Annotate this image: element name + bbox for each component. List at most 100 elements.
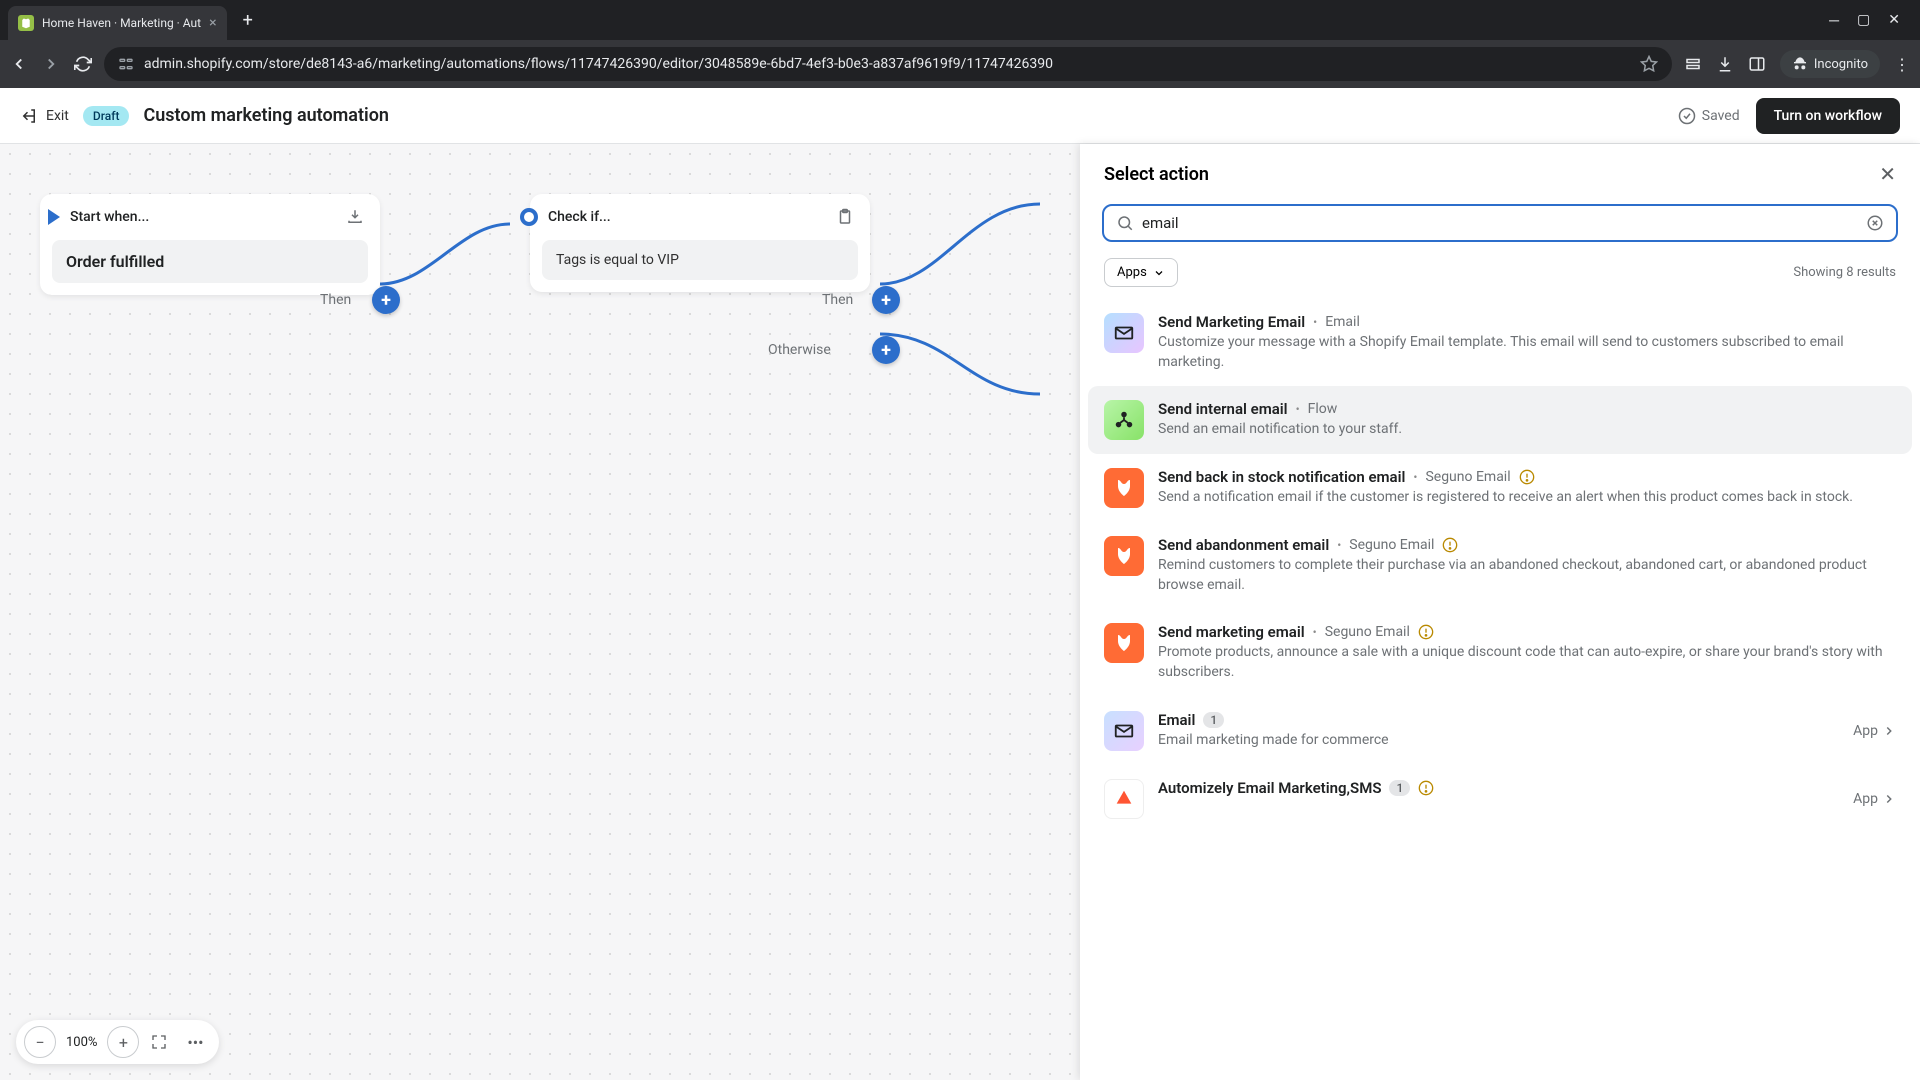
- apps-filter-dropdown[interactable]: Apps: [1104, 258, 1178, 287]
- extensions-icon[interactable]: [1684, 55, 1702, 73]
- back-button[interactable]: [10, 55, 28, 73]
- panel-title: Select action: [1104, 164, 1209, 185]
- action-title: Send marketing email: [1158, 623, 1305, 641]
- turn-on-workflow-button[interactable]: Turn on workflow: [1756, 98, 1900, 134]
- then-label: Then: [320, 292, 351, 308]
- saved-indicator: Saved: [1678, 107, 1740, 125]
- automizely-icon: [1104, 779, 1144, 819]
- exit-icon: [20, 107, 38, 125]
- check-circle-icon: [1678, 107, 1696, 125]
- seguno-icon: [1104, 623, 1144, 663]
- action-badge: 1: [1203, 712, 1224, 728]
- downloads-icon[interactable]: [1716, 55, 1734, 73]
- start-node[interactable]: Start when... Order fulfilled: [40, 194, 380, 295]
- tab-title: Home Haven · Marketing · Aut: [42, 16, 201, 30]
- new-tab-button[interactable]: +: [235, 6, 261, 35]
- zoom-in-button[interactable]: +: [107, 1026, 139, 1058]
- play-icon: [48, 209, 60, 225]
- bookmark-star-icon[interactable]: [1640, 55, 1658, 73]
- add-step-button[interactable]: +: [372, 286, 400, 314]
- action-title: Send back in stock notification email: [1158, 468, 1405, 486]
- minimize-icon[interactable]: ─: [1829, 12, 1839, 29]
- tab-bar: Home Haven · Marketing · Aut × + ─ ▢ ✕: [0, 0, 1920, 40]
- add-then-button[interactable]: +: [872, 286, 900, 314]
- browser-menu-icon[interactable]: ⋮: [1894, 55, 1910, 74]
- action-item[interactable]: Send marketing email•Seguno EmailPromote…: [1088, 609, 1912, 696]
- action-source: Seguno Email: [1325, 624, 1410, 640]
- otherwise-label: Otherwise: [768, 342, 831, 358]
- tab-close-icon[interactable]: ×: [209, 15, 216, 31]
- search-icon: [1116, 214, 1134, 232]
- window-controls: ─ ▢ ✕: [1829, 12, 1912, 29]
- action-panel: Select action ✕ Apps Showing 8 results S…: [1080, 144, 1920, 1080]
- seguno-icon: [1104, 536, 1144, 576]
- close-panel-icon[interactable]: ✕: [1879, 162, 1896, 186]
- incognito-badge[interactable]: Incognito: [1780, 50, 1880, 78]
- clipboard-icon[interactable]: [836, 208, 854, 226]
- action-list[interactable]: Send Marketing Email•EmailCustomize your…: [1080, 299, 1920, 1080]
- action-item[interactable]: Send abandonment email•Seguno EmailRemin…: [1088, 522, 1912, 609]
- browser-tab[interactable]: Home Haven · Marketing · Aut ×: [8, 6, 227, 40]
- action-title: Send abandonment email: [1158, 536, 1329, 554]
- action-title: Email: [1158, 711, 1195, 729]
- draft-badge: Draft: [83, 106, 130, 126]
- fit-view-button[interactable]: [143, 1026, 175, 1058]
- workflow-canvas[interactable]: Start when... Order fulfilled Then + Che…: [0, 144, 1920, 1080]
- condition-node[interactable]: Check if... Tags is equal to VIP: [530, 194, 870, 292]
- zoom-toolbar: − 100% + •••: [16, 1020, 219, 1064]
- action-source: Flow: [1308, 401, 1338, 417]
- action-title: Send internal email: [1158, 400, 1288, 418]
- action-item[interactable]: Send Marketing Email•EmailCustomize your…: [1088, 299, 1912, 386]
- panel-icon[interactable]: [1748, 55, 1766, 73]
- app-email-icon: [1104, 711, 1144, 751]
- address-bar[interactable]: admin.shopify.com/store/de8143-a6/market…: [104, 47, 1672, 81]
- action-search-input[interactable]: [1142, 214, 1858, 232]
- action-description: Email marketing made for commerce: [1158, 731, 1839, 751]
- action-description: Customize your message with a Shopify Em…: [1158, 333, 1896, 372]
- exit-button[interactable]: Exit: [20, 107, 69, 125]
- action-item[interactable]: Automizely Email Marketing,SMS 1 App: [1088, 765, 1912, 833]
- app-link[interactable]: App: [1853, 723, 1896, 739]
- action-source: Seguno Email: [1349, 537, 1434, 553]
- action-description: Remind customers to complete their purch…: [1158, 556, 1896, 595]
- seguno-icon: [1104, 468, 1144, 508]
- zoom-out-button[interactable]: −: [24, 1026, 56, 1058]
- result-count: Showing 8 results: [1793, 265, 1896, 280]
- reload-button[interactable]: [74, 55, 92, 73]
- action-description: Promote products, announce a sale with a…: [1158, 643, 1896, 682]
- more-tools-button[interactable]: •••: [179, 1026, 211, 1058]
- zoom-level: 100%: [60, 1035, 103, 1050]
- browser-chrome: Home Haven · Marketing · Aut × + ─ ▢ ✕ a…: [0, 0, 1920, 88]
- then-label-2: Then: [822, 292, 853, 308]
- warning-icon: [1519, 469, 1535, 485]
- warning-icon: [1418, 624, 1434, 640]
- import-icon[interactable]: [346, 208, 364, 226]
- action-description: Send a notification email if the custome…: [1158, 488, 1896, 508]
- search-box[interactable]: [1102, 204, 1898, 242]
- shopify-favicon: [18, 15, 34, 31]
- add-otherwise-button[interactable]: +: [872, 336, 900, 364]
- action-badge: 1: [1389, 780, 1410, 796]
- url-text: admin.shopify.com/store/de8143-a6/market…: [144, 56, 1053, 72]
- close-window-icon[interactable]: ✕: [1888, 12, 1900, 29]
- action-item[interactable]: Send back in stock notification email•Se…: [1088, 454, 1912, 522]
- flow-icon: [1104, 400, 1144, 440]
- action-description: Send an email notification to your staff…: [1158, 420, 1896, 440]
- url-bar: admin.shopify.com/store/de8143-a6/market…: [0, 40, 1920, 88]
- chevron-down-icon: [1153, 267, 1165, 279]
- clear-search-icon[interactable]: [1866, 214, 1884, 232]
- maximize-icon[interactable]: ▢: [1857, 12, 1870, 29]
- action-item[interactable]: Email 1 Email marketing made for commerce A…: [1088, 697, 1912, 765]
- action-title: Send Marketing Email: [1158, 313, 1305, 331]
- action-source: Seguno Email: [1425, 469, 1510, 485]
- email-icon: [1104, 313, 1144, 353]
- action-source: Email: [1325, 314, 1360, 330]
- action-item[interactable]: Send internal email•FlowSend an email no…: [1088, 386, 1912, 454]
- app-header: Exit Draft Custom marketing automation S…: [0, 88, 1920, 144]
- warning-icon: [1418, 780, 1434, 796]
- warning-icon: [1442, 537, 1458, 553]
- site-settings-icon[interactable]: [118, 56, 134, 72]
- app-link[interactable]: App: [1853, 791, 1896, 807]
- action-title: Automizely Email Marketing,SMS: [1158, 779, 1381, 797]
- forward-button[interactable]: [42, 55, 60, 73]
